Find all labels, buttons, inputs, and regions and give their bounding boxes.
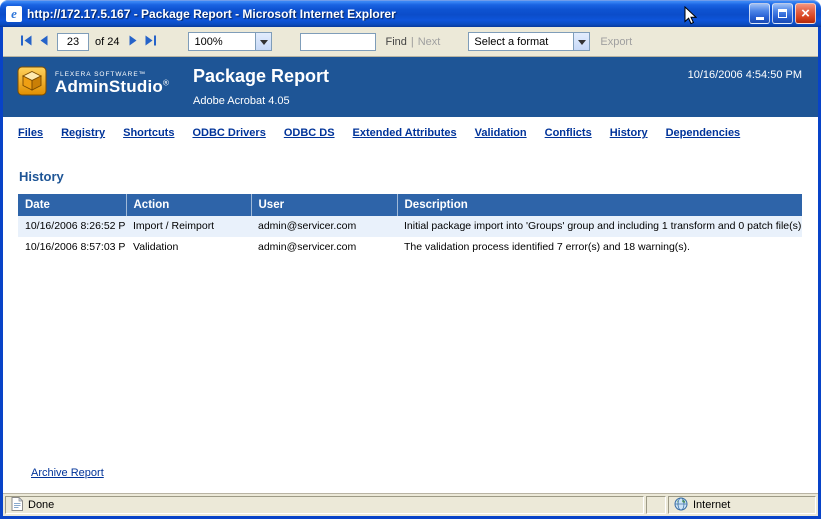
- find-input[interactable]: [300, 33, 376, 51]
- first-page-button[interactable]: [17, 32, 36, 51]
- zoom-dropdown[interactable]: 100%: [188, 32, 272, 51]
- minimize-icon: [756, 17, 764, 20]
- brand-name-label: AdminStudio®: [55, 78, 169, 97]
- section-nav: Files Registry Shortcuts ODBC Drivers OD…: [3, 117, 818, 147]
- table-header-row: Date Action User Description: [18, 194, 802, 216]
- report-datetime: 10/16/2006 4:54:50 PM: [688, 66, 802, 81]
- history-table: Date Action User Description 10/16/2006 …: [18, 194, 802, 258]
- chevron-down-icon: [578, 36, 586, 48]
- report-header: FLEXERA SOFTWARE™ AdminStudio® Package R…: [3, 57, 818, 117]
- titlebar[interactable]: e http://172.17.5.167 - Package Report -…: [0, 0, 821, 27]
- format-value: Select a format: [469, 33, 573, 50]
- nav-link-odbc-ds[interactable]: ODBC DS: [284, 127, 335, 139]
- window-controls: ×: [749, 3, 816, 24]
- cell-action: Validation: [126, 237, 251, 258]
- format-dropdown-button[interactable]: [573, 33, 589, 50]
- status-panel: Done: [5, 496, 644, 514]
- history-section-heading: History: [19, 169, 818, 184]
- archive-report-link[interactable]: Archive Report: [31, 467, 104, 479]
- previous-page-button[interactable]: [36, 32, 52, 51]
- report-toolbar: of 24 100% Find | Next Select a format: [3, 27, 818, 57]
- last-page-button[interactable]: [141, 32, 160, 51]
- zoom-value: 100%: [189, 33, 255, 50]
- minimize-button[interactable]: [749, 3, 770, 24]
- format-dropdown[interactable]: Select a format: [468, 32, 590, 51]
- last-page-icon: [144, 34, 157, 49]
- cell-user: admin@servicer.com: [251, 237, 397, 258]
- nav-link-conflicts[interactable]: Conflicts: [545, 127, 592, 139]
- page-title: Package Report: [193, 66, 329, 86]
- report-title-block: Package Report Adobe Acrobat 4.05: [193, 66, 329, 107]
- adminstudio-logo: FLEXERA SOFTWARE™ AdminStudio®: [17, 66, 179, 101]
- table-row: 10/16/2006 8:26:52 PM Import / Reimport …: [18, 216, 802, 237]
- cell-description: Initial package import into 'Groups' gro…: [397, 216, 802, 237]
- chevron-down-icon: [260, 36, 268, 48]
- content-spacer: [3, 258, 818, 463]
- column-header-description: Description: [397, 194, 802, 216]
- cell-date: 10/16/2006 8:57:03 PM: [18, 237, 126, 258]
- nav-link-extended-attributes[interactable]: Extended Attributes: [353, 127, 457, 139]
- column-header-date: Date: [18, 194, 126, 216]
- cell-action: Import / Reimport: [126, 216, 251, 237]
- first-page-icon: [20, 34, 33, 49]
- status-text: Done: [28, 499, 54, 511]
- window-title: http://172.17.5.167 - Package Report - M…: [27, 7, 744, 21]
- zoom-dropdown-button[interactable]: [255, 33, 271, 50]
- find-next-separator: |: [411, 36, 414, 48]
- package-name: Adobe Acrobat 4.05: [193, 95, 329, 107]
- security-zone-panel: Internet: [668, 496, 816, 514]
- find-button[interactable]: Find: [385, 36, 406, 48]
- nav-link-dependencies[interactable]: Dependencies: [666, 127, 741, 139]
- internet-globe-icon: [674, 497, 688, 514]
- previous-page-icon: [39, 34, 49, 49]
- status-spacer-panel: [646, 496, 666, 514]
- internet-explorer-icon: e: [6, 6, 22, 22]
- cell-user: admin@servicer.com: [251, 216, 397, 237]
- nav-link-files[interactable]: Files: [18, 127, 43, 139]
- browser-window: e http://172.17.5.167 - Package Report -…: [0, 0, 821, 519]
- maximize-button[interactable]: [772, 3, 793, 24]
- statusbar: Done Internet: [3, 493, 818, 516]
- security-zone-text: Internet: [693, 499, 730, 511]
- nav-link-history[interactable]: History: [610, 127, 648, 139]
- nav-link-odbc-drivers[interactable]: ODBC Drivers: [192, 127, 265, 139]
- brand-text: FLEXERA SOFTWARE™ AdminStudio®: [55, 71, 169, 97]
- nav-link-registry[interactable]: Registry: [61, 127, 105, 139]
- page-number-input[interactable]: [57, 33, 89, 51]
- nav-link-validation[interactable]: Validation: [475, 127, 527, 139]
- find-next-button[interactable]: Next: [418, 36, 441, 48]
- cell-date: 10/16/2006 8:26:52 PM: [18, 216, 126, 237]
- column-header-user: User: [251, 194, 397, 216]
- cell-description: The validation process identified 7 erro…: [397, 237, 802, 258]
- maximize-icon: [778, 9, 787, 18]
- export-button[interactable]: Export: [600, 36, 632, 48]
- nav-link-shortcuts[interactable]: Shortcuts: [123, 127, 174, 139]
- table-row: 10/16/2006 8:57:03 PM Validation admin@s…: [18, 237, 802, 258]
- page-status-icon: [11, 497, 23, 514]
- close-button[interactable]: ×: [795, 3, 816, 24]
- adminstudio-logo-icon: [17, 66, 47, 101]
- close-icon: ×: [801, 6, 810, 21]
- next-page-icon: [128, 34, 138, 49]
- next-page-button[interactable]: [125, 32, 141, 51]
- page-content: FLEXERA SOFTWARE™ AdminStudio® Package R…: [3, 57, 818, 493]
- page-count-label: of 24: [95, 36, 119, 48]
- window-frame: of 24 100% Find | Next Select a format: [0, 27, 821, 519]
- column-header-action: Action: [126, 194, 251, 216]
